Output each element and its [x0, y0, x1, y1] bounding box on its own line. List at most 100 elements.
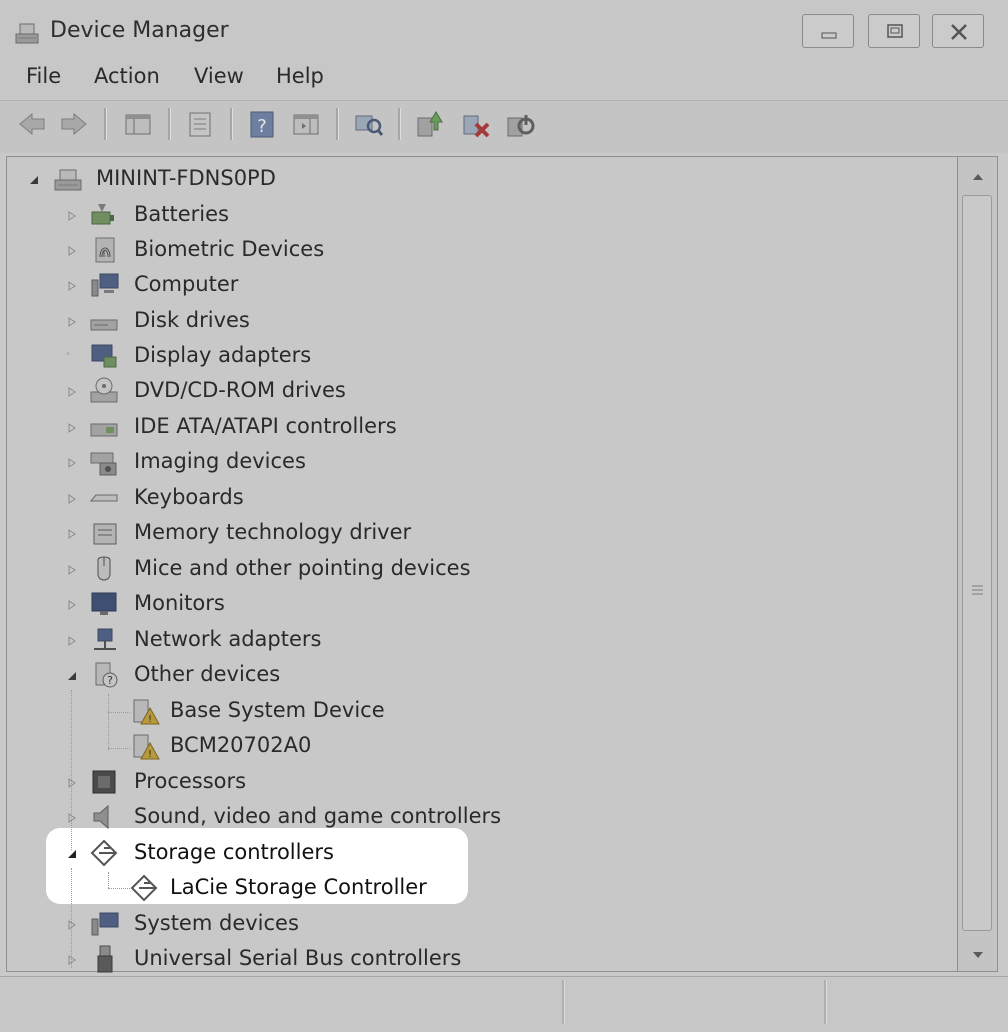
tree-item-label: Processors — [134, 769, 247, 793]
close-button[interactable] — [932, 14, 984, 48]
forward-arrow-icon[interactable] — [58, 108, 90, 140]
tree-item-storage-controllers[interactable]: Storage controllers — [62, 836, 462, 870]
tree-root-node[interactable]: MININT-FDNS0PD — [20, 162, 320, 196]
expand-arrow-icon[interactable] — [66, 210, 78, 222]
tree-item-label: Other devices — [134, 662, 281, 686]
svg-text:!: ! — [148, 714, 152, 725]
close-icon — [951, 24, 967, 40]
expand-arrow-icon[interactable] — [66, 386, 78, 398]
back-arrow-icon[interactable] — [16, 108, 48, 140]
expand-arrow-icon[interactable] — [66, 493, 78, 505]
fingerprint-icon — [95, 237, 115, 263]
collapse-arrow-icon[interactable] — [28, 174, 40, 186]
status-bar-divider — [562, 980, 565, 1024]
expand-arrow-icon[interactable] — [66, 457, 78, 469]
tree-item-ide-ata-atapi-controllers[interactable]: IDE ATA/ATAPI controllers — [62, 410, 482, 444]
display-adapter-icon — [91, 344, 117, 368]
tree-item-imaging-devices[interactable]: Imaging devices — [62, 445, 482, 479]
tree-item-label: Biometric Devices — [134, 237, 325, 261]
expand-arrow-icon[interactable] — [66, 635, 78, 647]
status-bar — [0, 976, 1008, 1032]
minimize-button[interactable] — [802, 14, 854, 48]
expand-arrow-icon[interactable] — [66, 245, 78, 257]
expand-arrow-icon[interactable] — [66, 954, 78, 966]
tree-item-biometric-devices[interactable]: Biometric Devices — [62, 233, 482, 267]
expand-arrow-icon[interactable] — [66, 422, 78, 434]
tree-item-label: Universal Serial Bus controllers — [134, 946, 462, 970]
expand-arrow-icon[interactable] — [66, 351, 78, 363]
tree-item-label: Computer — [134, 272, 239, 296]
tree-item-sound-video-and-game-controllers[interactable]: Sound, video and game controllers — [62, 800, 522, 834]
tree-child-lacie-storage-controller[interactable]: LaCie Storage Controller — [100, 871, 440, 905]
tree-item-label: Display adapters — [134, 343, 312, 367]
expand-arrow-icon[interactable] — [66, 564, 78, 576]
tree-item-keyboards[interactable]: Keyboards — [62, 481, 482, 515]
tree-item-batteries[interactable]: Batteries — [62, 198, 482, 232]
tree-item-label: Memory technology driver — [134, 520, 412, 544]
tree-child-base-system-device[interactable]: ! Base System Device — [100, 694, 420, 728]
uninstall-device-icon[interactable] — [460, 108, 492, 140]
show-hide-console-tree-icon[interactable] — [122, 108, 154, 140]
scan-hardware-icon[interactable] — [352, 108, 384, 140]
tree-item-label: BCM20702A0 — [170, 733, 312, 757]
tree-item-network-adapters[interactable]: Network adapters — [62, 623, 482, 657]
tree-item-display-adapters[interactable]: Display adapters — [62, 339, 482, 373]
expand-arrow-icon[interactable] — [66, 777, 78, 789]
menu-file[interactable]: File — [26, 64, 61, 88]
network-adapter-icon — [94, 628, 116, 650]
expand-arrow-icon[interactable] — [66, 919, 78, 931]
memory-card-icon — [93, 523, 117, 545]
action-pane-icon[interactable] — [290, 108, 322, 140]
toolbar-separator — [104, 108, 107, 140]
tree-item-dvd-cd-rom-drives[interactable]: DVD/CD-ROM drives — [62, 374, 482, 408]
toolbar-separator — [398, 108, 401, 140]
tree-item-disk-drives[interactable]: Disk drives — [62, 304, 482, 338]
vertical-scrollbar[interactable] — [958, 156, 998, 972]
expand-arrow-icon[interactable] — [66, 316, 78, 328]
tree-item-computer[interactable]: Computer — [62, 268, 482, 302]
svg-text:?: ? — [107, 674, 113, 687]
update-driver-icon[interactable] — [414, 108, 446, 140]
collapse-arrow-icon[interactable] — [66, 670, 78, 682]
mouse-icon — [97, 556, 111, 581]
tree-item-label: System devices — [134, 911, 299, 935]
expand-arrow-icon[interactable] — [66, 528, 78, 540]
tree-item-label: Mice and other pointing devices — [134, 556, 471, 580]
disk-drive-icon — [90, 319, 118, 331]
tree-item-processors[interactable]: Processors — [62, 765, 482, 799]
menu-view[interactable]: View — [194, 64, 244, 88]
expand-arrow-icon[interactable] — [66, 812, 78, 824]
menu-action[interactable]: Action — [94, 64, 160, 88]
tree-item-system-devices[interactable]: System devices — [62, 907, 482, 941]
tree-item-monitors[interactable]: Monitors — [62, 587, 482, 621]
tree-item-label: Sound, video and game controllers — [134, 804, 502, 828]
tree-item-mice-and-other-pointing-devices[interactable]: Mice and other pointing devices — [62, 552, 522, 586]
tree-root-label: MININT-FDNS0PD — [96, 166, 276, 190]
tree-item-label: LaCie Storage Controller — [170, 875, 427, 899]
enable-device-icon[interactable] — [504, 108, 536, 140]
storage-controller-icon — [130, 874, 158, 902]
device-manager-window: Device Manager File Action View Help ? M — [0, 0, 1008, 1032]
help-icon[interactable]: ? — [246, 108, 278, 140]
tree-item-label: Base System Device — [170, 698, 385, 722]
tree-item-label: DVD/CD-ROM drives — [134, 378, 346, 402]
window-title: Device Manager — [50, 18, 229, 43]
computer-root-icon — [54, 169, 82, 191]
scrollbar-thumb[interactable] — [962, 195, 992, 931]
tree-child-bcm20702a0[interactable]: ! BCM20702A0 — [100, 729, 420, 763]
scroll-up-arrow-icon[interactable] — [968, 167, 988, 187]
tree-item-memory-technology-driver[interactable]: Memory technology driver — [62, 516, 482, 550]
expand-arrow-icon[interactable] — [66, 599, 78, 611]
menu-help[interactable]: Help — [276, 64, 324, 88]
processor-icon — [92, 770, 116, 794]
tree-item-other-devices[interactable]: ? Other devices — [62, 658, 482, 692]
collapse-arrow-icon[interactable] — [66, 848, 78, 860]
restore-icon — [887, 24, 903, 38]
expand-arrow-icon[interactable] — [66, 280, 78, 292]
tree-item-universal-serial-bus-controllers[interactable]: Universal Serial Bus controllers — [62, 942, 522, 976]
scroll-down-arrow-icon[interactable] — [968, 945, 988, 965]
tree-item-label: Storage controllers — [134, 840, 334, 864]
unknown-device-icon: ? — [95, 662, 118, 688]
restore-button[interactable] — [868, 14, 920, 48]
properties-icon[interactable] — [184, 108, 216, 140]
